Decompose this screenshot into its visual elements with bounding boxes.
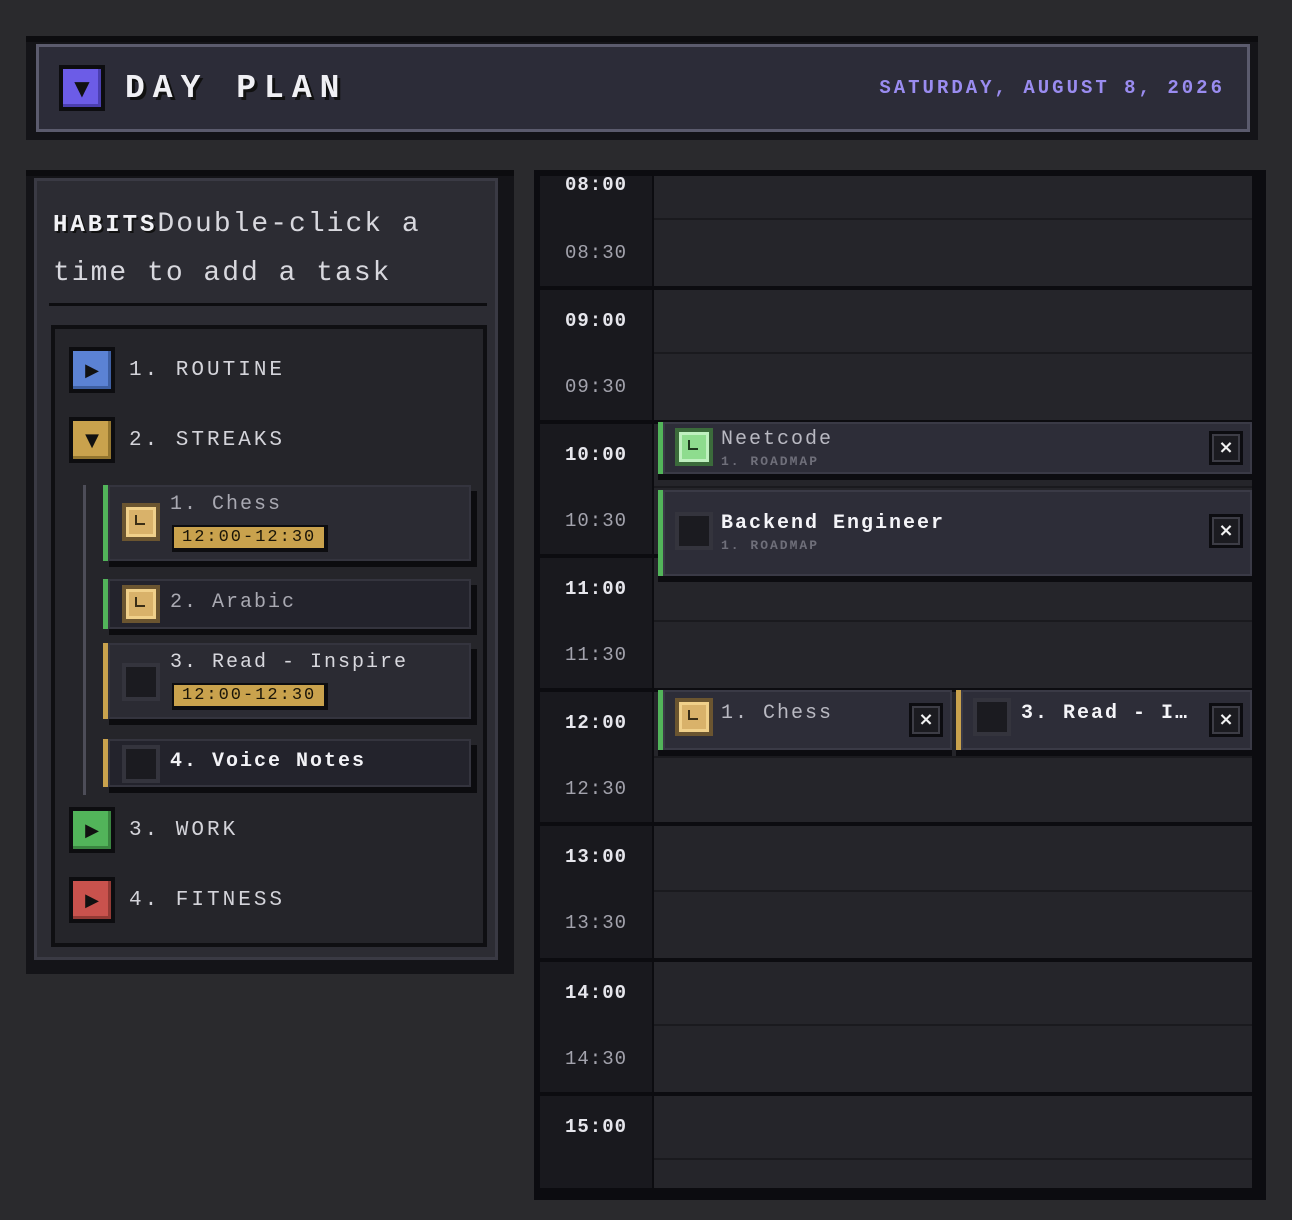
event-title: 1. Chess — [721, 702, 834, 725]
checkbox[interactable] — [675, 512, 713, 550]
time-label: 08:30 — [564, 242, 627, 264]
time-badge: 12:00-12:30 — [172, 525, 329, 552]
time-label: 10:00 — [564, 444, 627, 466]
event-subtitle: 1. ROADMAP — [721, 454, 820, 469]
habit-item-arabic[interactable]: 2. Arabic — [103, 579, 471, 629]
checkbox[interactable] — [122, 745, 160, 783]
close-icon[interactable]: × — [1209, 431, 1243, 465]
event-subtitle: 1. ROADMAP — [721, 538, 820, 553]
event-title: Neetcode — [721, 428, 834, 451]
time-badge: 12:00-12:30 — [172, 683, 329, 710]
category-label: 1. ROUTINE — [129, 358, 286, 382]
category-fitness[interactable]: ▶ 4. FITNESS — [69, 877, 285, 923]
event-read-inspire[interactable]: 3. Read - I… × — [956, 690, 1252, 750]
habit-label: 4. Voice Notes — [170, 750, 367, 773]
habit-item-read-inspire[interactable]: 3. Read - Inspire 12:00-12:30 — [103, 643, 471, 719]
category-routine[interactable]: ▶ 1. ROUTINE — [69, 347, 285, 393]
expand-arrow-icon[interactable]: ▶ — [69, 347, 115, 393]
slot-divider — [654, 756, 1252, 758]
category-work[interactable]: ▶ 3. WORK — [69, 807, 238, 853]
time-label: 08:00 — [564, 176, 627, 196]
habit-item-voice-notes[interactable]: 4. Voice Notes — [103, 739, 471, 787]
slot-divider — [654, 218, 1252, 220]
habits-sidebar: HABITSDouble-click a time to add a task … — [34, 178, 498, 960]
collapse-toggle-icon[interactable]: ▼ — [59, 65, 105, 111]
event-title: 3. Read - I… — [1021, 702, 1190, 725]
slot-divider — [654, 486, 1252, 488]
time-label: 11:00 — [564, 578, 627, 600]
habit-label: 1. Chess — [170, 493, 283, 516]
event-neetcode[interactable]: Neetcode 1. ROADMAP × — [658, 422, 1252, 474]
hour-divider — [540, 822, 1252, 826]
clock-icon[interactable] — [675, 428, 713, 466]
slot-divider — [654, 620, 1252, 622]
hour-divider — [540, 1092, 1252, 1096]
slot-column[interactable] — [654, 176, 1252, 1188]
habits-title: HABITS — [53, 212, 158, 239]
time-label: 12:00 — [564, 712, 627, 734]
event-chess[interactable]: 1. Chess × — [658, 690, 952, 750]
expand-arrow-icon[interactable]: ▶ — [69, 877, 115, 923]
clock-icon[interactable] — [122, 585, 160, 623]
time-label: 15:00 — [564, 1116, 627, 1138]
time-label: 13:00 — [564, 846, 627, 868]
event-title: Backend Engineer — [721, 512, 946, 535]
habit-label: 2. Arabic — [170, 591, 297, 614]
checkbox[interactable] — [122, 663, 160, 701]
collapse-arrow-icon[interactable]: ▼ — [69, 417, 115, 463]
page-title: DAY PLAN — [125, 69, 348, 107]
time-label: 09:00 — [564, 310, 627, 332]
close-icon[interactable]: × — [909, 703, 943, 737]
slot-divider — [654, 1024, 1252, 1026]
header-left: ▼ DAY PLAN — [59, 65, 347, 111]
category-label: 4. FITNESS — [129, 888, 286, 912]
clock-icon[interactable] — [122, 503, 160, 541]
category-streaks[interactable]: ▼ 2. STREAKS — [69, 417, 285, 463]
habit-label: 3. Read - Inspire — [170, 651, 409, 674]
tree-connector — [83, 485, 86, 795]
slot-divider — [654, 352, 1252, 354]
slot-divider — [654, 1158, 1252, 1160]
category-label: 2. STREAKS — [129, 428, 286, 452]
habit-item-chess[interactable]: 1. Chess 12:00-12:30 — [103, 485, 471, 561]
divider — [49, 303, 487, 306]
close-icon[interactable]: × — [1209, 514, 1243, 548]
close-icon[interactable]: × — [1209, 703, 1243, 737]
hour-divider — [540, 958, 1252, 962]
time-label: 13:30 — [564, 912, 627, 934]
clock-icon[interactable] — [675, 698, 713, 736]
event-backend-engineer[interactable]: Backend Engineer 1. ROADMAP × — [658, 490, 1252, 576]
time-label: 14:30 — [564, 1048, 627, 1070]
time-label: 14:00 — [564, 982, 627, 1004]
hour-divider — [540, 286, 1252, 290]
expand-arrow-icon[interactable]: ▶ — [69, 807, 115, 853]
date-label: SATURDAY, AUGUST 8, 2026 — [879, 77, 1225, 99]
checkbox[interactable] — [973, 698, 1011, 736]
time-label: 10:30 — [564, 510, 627, 532]
time-label: 09:30 — [564, 376, 627, 398]
habit-list: ▶ 1. ROUTINE ▼ 2. STREAKS 1. Chess 12:00… — [51, 325, 487, 947]
category-label: 3. WORK — [129, 818, 239, 842]
sidebar-heading: HABITSDouble-click a time to add a task — [53, 201, 483, 298]
time-label: 12:30 — [564, 778, 627, 800]
schedule-grid[interactable]: 08:00 08:30 09:00 09:30 10:00 10:30 11:0… — [540, 176, 1252, 1188]
time-label: 11:30 — [564, 644, 627, 666]
app-header: ▼ DAY PLAN SATURDAY, AUGUST 8, 2026 — [36, 44, 1250, 132]
slot-divider — [654, 890, 1252, 892]
